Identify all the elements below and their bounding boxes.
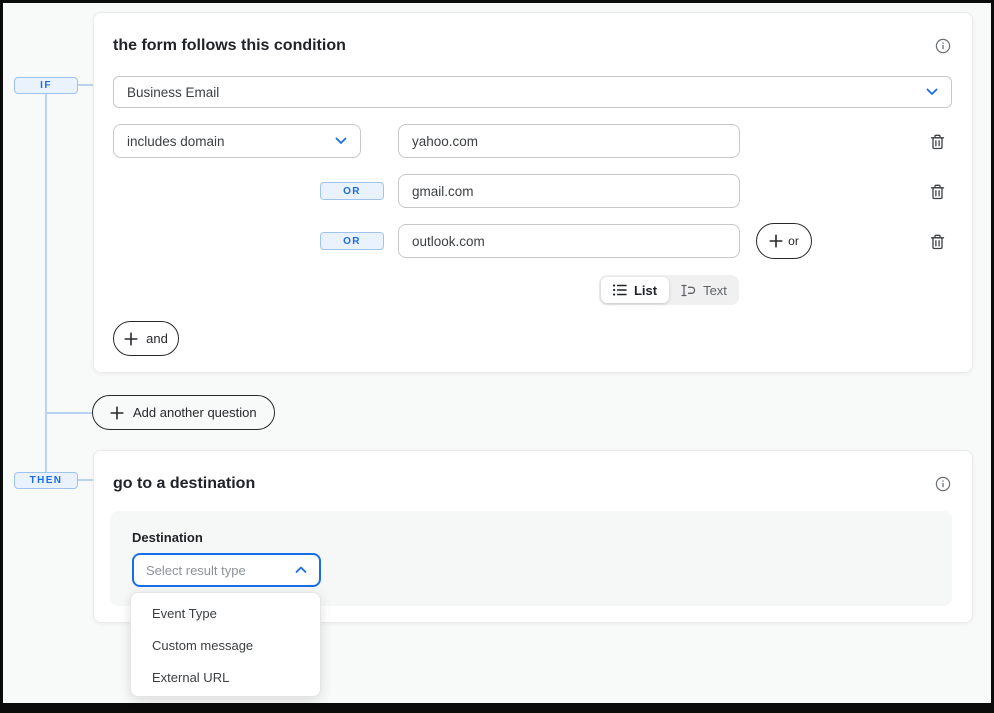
- toggle-list-label: List: [634, 283, 657, 298]
- list-icon: [613, 284, 627, 296]
- then-badge: THEN: [14, 472, 78, 489]
- menu-item-custom-message[interactable]: Custom message: [131, 630, 320, 662]
- text-cursor-input-icon: [679, 284, 696, 297]
- question-select-value: Business Email: [127, 85, 219, 100]
- if-badge: IF: [14, 77, 78, 94]
- plus-icon: [769, 234, 783, 248]
- routing-form-canvas: IF THEN the form follows this condition …: [3, 3, 991, 703]
- domain-input[interactable]: [398, 174, 740, 208]
- result-type-menu: Event Type Custom message External URL: [130, 592, 321, 697]
- chevron-up-icon: [295, 566, 307, 574]
- condition-card: the form follows this condition Business…: [93, 12, 973, 373]
- operator-select[interactable]: includes domain: [113, 124, 361, 158]
- condition-row: OR: [94, 174, 972, 208]
- operator-select-value: includes domain: [127, 134, 225, 149]
- menu-item-external-url[interactable]: External URL: [131, 662, 320, 694]
- add-or-label: or: [788, 234, 799, 248]
- or-badge: OR: [320, 182, 384, 200]
- condition-row: OR or: [94, 224, 972, 258]
- destination-card-title: go to a destination: [113, 475, 255, 493]
- info-icon[interactable]: [935, 38, 951, 54]
- plus-icon: [124, 332, 138, 346]
- add-question-button[interactable]: Add another question: [92, 395, 275, 430]
- plus-icon: [110, 406, 124, 420]
- toggle-text-label: Text: [703, 283, 727, 298]
- result-type-select[interactable]: Select result type: [132, 553, 321, 587]
- menu-item-event-type[interactable]: Event Type: [131, 598, 320, 630]
- connector-vertical-line: [45, 94, 47, 473]
- destination-field-label: Destination: [132, 530, 203, 545]
- delete-row-button[interactable]: [928, 133, 946, 151]
- delete-row-button[interactable]: [928, 233, 946, 251]
- domain-input[interactable]: [398, 124, 740, 158]
- add-and-button[interactable]: and: [113, 321, 179, 356]
- view-toggle: List Text: [599, 275, 739, 305]
- condition-card-title: the form follows this condition: [113, 37, 346, 55]
- condition-row: includes domain @: [94, 124, 972, 158]
- connector-branch-line: [46, 412, 92, 414]
- info-icon[interactable]: [935, 476, 951, 492]
- trash-icon: [930, 134, 945, 150]
- toggle-option-list[interactable]: List: [601, 277, 669, 303]
- or-badge: OR: [320, 232, 384, 250]
- add-or-button[interactable]: or: [756, 223, 812, 259]
- chevron-down-icon: [335, 137, 347, 145]
- result-type-placeholder: Select result type: [146, 563, 246, 578]
- add-question-label: Add another question: [133, 405, 257, 420]
- add-and-label: and: [146, 331, 168, 346]
- trash-icon: [930, 184, 945, 200]
- toggle-option-text[interactable]: Text: [669, 277, 737, 303]
- domain-input[interactable]: [398, 224, 740, 258]
- delete-row-button[interactable]: [928, 183, 946, 201]
- trash-icon: [930, 234, 945, 250]
- question-select[interactable]: Business Email: [113, 76, 952, 108]
- chevron-down-icon: [926, 88, 938, 96]
